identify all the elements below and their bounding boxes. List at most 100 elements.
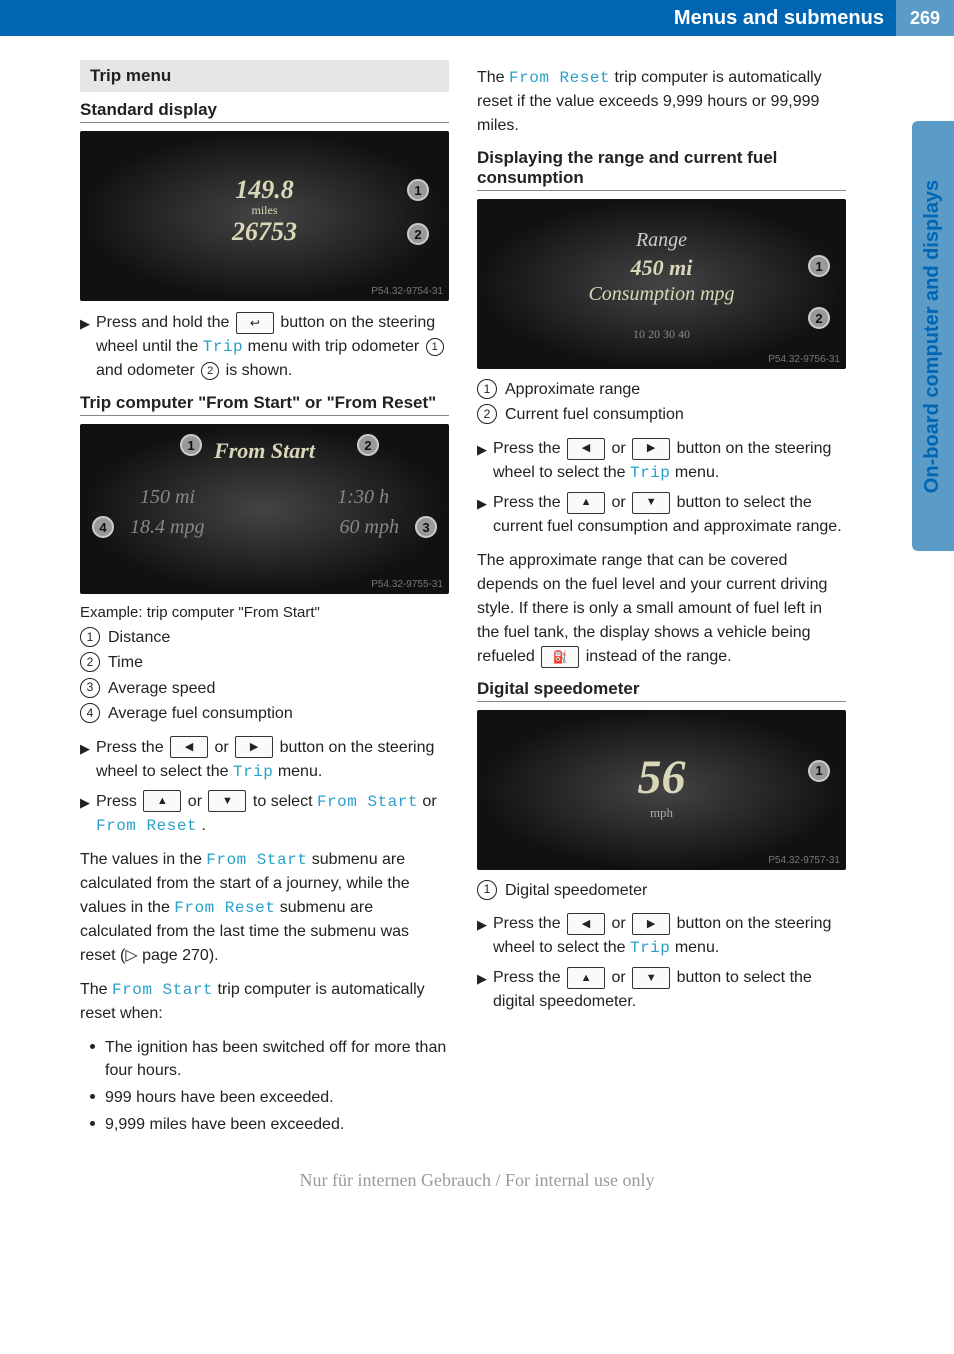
list-item: The ignition has been switched off for m… bbox=[90, 1036, 449, 1082]
legend-num: 2 bbox=[80, 652, 100, 672]
step-marker-icon: ▶ bbox=[477, 912, 487, 935]
left-key-icon: ◀ bbox=[170, 736, 208, 758]
page-header: Menus and submenus 269 bbox=[0, 0, 954, 36]
step-marker-icon: ▶ bbox=[80, 736, 90, 759]
legend-num: 1 bbox=[477, 880, 497, 900]
back-key-icon: ↩ bbox=[236, 312, 274, 334]
figure-id: P54.32-9756-31 bbox=[768, 354, 840, 365]
odometer-trip-unit: miles bbox=[80, 203, 449, 218]
display-term-trip: Trip bbox=[233, 763, 273, 781]
figure-id: P54.32-9754-31 bbox=[371, 286, 443, 297]
consumption-label: Consumption mpg bbox=[477, 283, 846, 306]
step-marker-icon: ▶ bbox=[477, 491, 487, 514]
legend-item: 2Time bbox=[80, 652, 449, 674]
callout-4: 4 bbox=[92, 516, 114, 538]
callout-2: 2 bbox=[808, 307, 830, 329]
paragraph: The From Reset trip computer is automati… bbox=[477, 66, 846, 138]
step-item: ▶ Press the ◀ or ▶ button on the steerin… bbox=[80, 736, 449, 784]
left-column: Trip menu Standard display 149.8 miles 2… bbox=[80, 60, 449, 1146]
step-text: Press ▲ or ▼ to select From Start or Fro… bbox=[96, 790, 449, 838]
side-tab: On-board computer and displays bbox=[870, 36, 954, 1156]
step-item: ▶ Press ▲ or ▼ to select From Start or F… bbox=[80, 790, 449, 838]
figure-id: P54.32-9755-31 bbox=[371, 579, 443, 590]
steps-speedo: ▶ Press the ◀ or ▶ button on the steerin… bbox=[477, 912, 846, 1014]
step-text: Press the ◀ or ▶ button on the steering … bbox=[493, 437, 846, 485]
step-text: Press the ◀ or ▶ button on the steering … bbox=[493, 912, 846, 960]
legend-num: 4 bbox=[80, 703, 100, 723]
from-start-label: From Start bbox=[80, 438, 449, 464]
step-text: Press the ▲ or ▼ button to select the cu… bbox=[493, 491, 846, 539]
legend-num: 2 bbox=[477, 404, 497, 424]
odometer-total-value: 26753 bbox=[80, 217, 449, 247]
subheading-digital-speedometer: Digital speedometer bbox=[477, 679, 846, 702]
legend-num: 3 bbox=[80, 678, 100, 698]
figure-caption: Example: trip computer "From Start" bbox=[80, 604, 449, 621]
paragraph: The From Start trip computer is automati… bbox=[80, 978, 449, 1026]
left-key-icon: ◀ bbox=[567, 438, 605, 460]
legend-item: 1Distance bbox=[80, 627, 449, 649]
figure-range: Range 450 mi Consumption mpg 10 20 30 40… bbox=[477, 199, 846, 369]
callout-1: 1 bbox=[808, 760, 830, 782]
step-text: Press and hold the ↩ button on the steer… bbox=[96, 311, 449, 383]
legend-item: 3Average speed bbox=[80, 678, 449, 700]
step-text: Press the ▲ or ▼ button to select the di… bbox=[493, 966, 846, 1014]
callout-1: 1 bbox=[180, 434, 202, 456]
range-value: 450 mi bbox=[477, 255, 846, 281]
steps-from-start: ▶ Press the ◀ or ▶ button on the steerin… bbox=[80, 736, 449, 838]
figure-speedometer: 56 mph 1 P54.32-9757-31 bbox=[477, 710, 846, 870]
down-key-icon: ▼ bbox=[632, 492, 670, 514]
display-term-from-start: From Start bbox=[112, 981, 213, 999]
step-item: ▶ Press the ▲ or ▼ button to select the … bbox=[477, 491, 846, 539]
callout-2: 2 bbox=[357, 434, 379, 456]
display-term-trip: Trip bbox=[630, 939, 670, 957]
step-item: ▶ Press the ◀ or ▶ button on the steerin… bbox=[477, 437, 846, 485]
step-item: ▶ Press the ▲ or ▼ button to select the … bbox=[477, 966, 846, 1014]
up-key-icon: ▲ bbox=[143, 790, 181, 812]
from-start-mpg: 18.4 mpg bbox=[130, 516, 204, 539]
callout-3: 3 bbox=[415, 516, 437, 538]
bullet-icon bbox=[90, 1094, 95, 1099]
side-tab-label: On-board computer and displays bbox=[922, 179, 945, 492]
reset-conditions-list: The ignition has been switched off for m… bbox=[80, 1036, 449, 1137]
display-term-from-reset: From Reset bbox=[174, 899, 275, 917]
left-key-icon: ◀ bbox=[567, 913, 605, 935]
callout-2: 2 bbox=[407, 223, 429, 245]
step-text: Press the ◀ or ▶ button on the steering … bbox=[96, 736, 449, 784]
page-number: 269 bbox=[896, 0, 954, 36]
display-term-from-start: From Start bbox=[206, 851, 307, 869]
right-key-icon: ▶ bbox=[632, 438, 670, 460]
subheading-range-consumption: Displaying the range and current fuel co… bbox=[477, 148, 846, 191]
step-item: ▶ Press and hold the ↩ button on the ste… bbox=[80, 311, 449, 383]
up-key-icon: ▲ bbox=[567, 967, 605, 989]
paragraph: The approximate range that can be covere… bbox=[477, 549, 846, 669]
legend-item: 1Digital speedometer bbox=[477, 880, 846, 902]
display-term-trip: Trip bbox=[630, 464, 670, 482]
step-marker-icon: ▶ bbox=[80, 790, 90, 813]
callout-1: 1 bbox=[808, 255, 830, 277]
figure-from-start: From Start 150 mi 1:30 h 18.4 mpg 60 mph… bbox=[80, 424, 449, 594]
legend-num: 1 bbox=[477, 379, 497, 399]
watermark: Nur für internen Gebrauch / For internal… bbox=[0, 1156, 954, 1215]
step-marker-icon: ▶ bbox=[80, 311, 90, 334]
legend-item: 1Approximate range bbox=[477, 379, 846, 401]
section-trip-menu: Trip menu bbox=[80, 60, 449, 92]
step-marker-icon: ▶ bbox=[477, 966, 487, 989]
refuel-icon: ⛽ bbox=[541, 646, 579, 668]
from-start-time: 1:30 h bbox=[337, 486, 389, 509]
list-item: 9,999 miles have been exceeded. bbox=[90, 1113, 449, 1136]
right-column: The From Reset trip computer is automati… bbox=[477, 60, 846, 1146]
legend-item: 4Average fuel consumption bbox=[80, 703, 449, 725]
header-title: Menus and submenus bbox=[674, 7, 896, 30]
display-term-trip: Trip bbox=[203, 338, 243, 356]
range-label: Range bbox=[477, 229, 846, 252]
content-columns: Trip menu Standard display 149.8 miles 2… bbox=[0, 36, 870, 1156]
right-key-icon: ▶ bbox=[632, 913, 670, 935]
legend-range: 1Approximate range 2Current fuel consump… bbox=[477, 379, 846, 427]
up-key-icon: ▲ bbox=[567, 492, 605, 514]
list-item: 999 hours have been exceeded. bbox=[90, 1086, 449, 1109]
gauge-ticks: 10 20 30 40 bbox=[477, 327, 846, 342]
legend-num: 1 bbox=[80, 627, 100, 647]
steps-standard-display: ▶ Press and hold the ↩ button on the ste… bbox=[80, 311, 449, 383]
bullet-icon bbox=[90, 1121, 95, 1126]
speed-value: 56 bbox=[477, 750, 846, 805]
